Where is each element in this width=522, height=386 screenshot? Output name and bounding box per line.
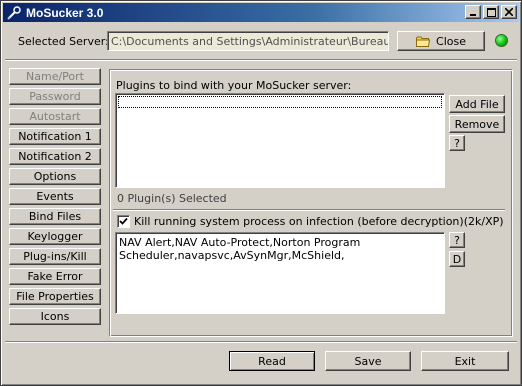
sidebar-item-password[interactable]: Password (9, 88, 101, 105)
folder-icon (416, 36, 431, 47)
maximize-button[interactable] (483, 5, 499, 19)
plugins-list[interactable] (115, 93, 445, 188)
top-separator (5, 59, 517, 61)
sidebar-item-notification-2[interactable]: Notification 2 (9, 148, 101, 165)
minimize-button[interactable] (465, 5, 481, 19)
main-window: MoSucker 3.0 Selected Server: C:\Documen… (0, 0, 522, 386)
kill-process-text: NAV Alert,NAV Auto-Protect,Norton Progra… (119, 236, 364, 262)
close-server-button[interactable]: Close (397, 31, 485, 51)
kill-default-button[interactable]: D (449, 251, 465, 267)
sidebar-item-options[interactable]: Options (9, 168, 101, 185)
sidebar-item-fake-error[interactable]: Fake Error (9, 268, 101, 285)
remove-button[interactable]: Remove (449, 115, 505, 133)
sidebar-item-icons[interactable]: Icons (9, 308, 101, 325)
kill-help-button[interactable]: ? (449, 232, 465, 248)
sidebar-item-events[interactable]: Events (9, 188, 101, 205)
window-title: MoSucker 3.0 (26, 5, 104, 20)
plugins-count: 0 Plugin(s) Selected (117, 192, 227, 205)
sidebar-item-bind-files[interactable]: Bind Files (9, 208, 101, 225)
close-server-label: Close (436, 34, 466, 48)
read-button[interactable]: Read (229, 351, 315, 371)
app-icon (7, 5, 21, 20)
window-controls (463, 5, 517, 19)
sidebar-item-keylogger[interactable]: Keylogger (9, 228, 101, 245)
selected-server-label: Selected Server: (18, 35, 109, 48)
plugins-list-focus-row (118, 96, 442, 108)
checkmark-icon (119, 217, 128, 225)
plugins-help-button[interactable]: ? (449, 135, 465, 151)
plugins-separator (113, 209, 505, 211)
close-window-button[interactable] (501, 5, 517, 19)
sidebar-item-plug-ins-kill[interactable]: Plug-ins/Kill (9, 248, 101, 265)
add-file-button[interactable]: Add File (449, 95, 505, 113)
server-status-indicator (495, 34, 508, 47)
minimize-icon (470, 14, 476, 16)
sidebar-item-autostart[interactable]: Autostart (9, 108, 101, 125)
bottom-separator (5, 341, 517, 343)
plugins-heading: Plugins to bind with your MoSucker serve… (116, 79, 352, 92)
sidebar-item-notification-1[interactable]: Notification 1 (9, 128, 101, 145)
sidebar-item-name-port[interactable]: Name/Port (9, 68, 101, 85)
kill-process-list[interactable]: NAV Alert,NAV Auto-Protect,Norton Progra… (115, 232, 445, 314)
title-bar[interactable]: MoSucker 3.0 (3, 3, 519, 22)
save-button[interactable]: Save (325, 351, 411, 371)
close-icon (505, 8, 513, 16)
kill-process-label: Kill running system process on infection… (134, 215, 504, 228)
exit-button[interactable]: Exit (421, 351, 509, 371)
kill-process-checkbox[interactable] (117, 215, 130, 228)
maximize-icon (486, 7, 496, 17)
sidebar-item-file-properties[interactable]: File Properties (9, 288, 101, 305)
server-path-field[interactable]: C:\Documents and Settings\Administrateur… (107, 31, 389, 51)
